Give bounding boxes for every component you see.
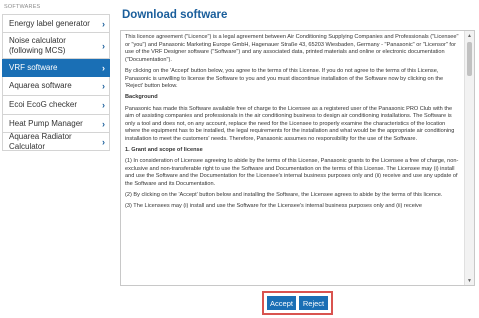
scroll-up-arrow-icon[interactable]: ▲ bbox=[465, 31, 474, 40]
chevron-right-icon: › bbox=[102, 81, 105, 91]
page-title: Download software bbox=[122, 9, 228, 21]
sidebar: SOFTWARES Energy label generator › Noise… bbox=[0, 0, 113, 318]
chevron-right-icon: › bbox=[102, 100, 105, 110]
sidebar-item-vrf-software[interactable]: VRF software › bbox=[2, 59, 110, 77]
sidebar-item-aquarea-radiator-calculator[interactable]: Aquarea Radiator Calculator › bbox=[2, 131, 110, 151]
sidebar-item-noise-calculator[interactable]: Noise calculator (following MCS) › bbox=[2, 33, 110, 59]
accept-button[interactable]: Accept bbox=[267, 296, 296, 310]
chevron-right-icon: › bbox=[102, 118, 105, 129]
license-paragraph: By clicking on the 'Accept' button below… bbox=[125, 67, 444, 90]
license-paragraph: (1) In consideration of Licensee agreein… bbox=[125, 158, 459, 188]
license-section-heading: 1. Grant and scope of license bbox=[125, 147, 203, 154]
sidebar-item-label: Heat Pump Manager bbox=[9, 118, 83, 128]
sidebar-item-label: VRF software bbox=[9, 62, 58, 72]
chevron-right-icon: › bbox=[102, 136, 105, 147]
sidebar-list: Energy label generator › Noise calculato… bbox=[2, 14, 110, 151]
sidebar-item-label: Aquarea software bbox=[9, 81, 72, 90]
chevron-right-icon: › bbox=[102, 40, 105, 51]
reject-button[interactable]: Reject bbox=[299, 296, 328, 310]
chevron-right-icon: › bbox=[102, 18, 105, 29]
sidebar-item-heat-pump-manager[interactable]: Heat Pump Manager › bbox=[2, 115, 110, 133]
license-paragraph: Panasonic has made this Software availab… bbox=[125, 105, 455, 142]
vertical-scrollbar[interactable]: ▲ ▼ bbox=[464, 31, 474, 285]
scroll-down-arrow-icon[interactable]: ▼ bbox=[465, 276, 474, 285]
license-section-heading: Background bbox=[125, 94, 158, 101]
sidebar-item-label: Ecoi EcoG checker bbox=[9, 100, 78, 109]
sidebar-heading: SOFTWARES bbox=[4, 4, 41, 10]
sidebar-item-label: Noise calculator (following MCS) bbox=[9, 35, 66, 55]
license-paragraph: (2) By clicking on the 'Accept' button b… bbox=[125, 192, 443, 199]
license-action-buttons: Accept Reject bbox=[262, 291, 333, 315]
scrollbar-thumb[interactable] bbox=[467, 42, 472, 76]
sidebar-item-aquarea-software[interactable]: Aquarea software › bbox=[2, 77, 110, 96]
sidebar-item-label: Aquarea Radiator Calculator bbox=[9, 131, 72, 151]
license-paragraph: This licence agreement ("Licence") is a … bbox=[125, 34, 459, 63]
chevron-right-icon: › bbox=[102, 62, 105, 73]
sidebar-item-ecoi-ecog-checker[interactable]: Ecoi EcoG checker › bbox=[2, 96, 110, 115]
license-text-box[interactable]: This licence agreement ("Licence") is a … bbox=[120, 30, 475, 286]
license-text: This licence agreement ("Licence") is a … bbox=[125, 34, 461, 215]
sidebar-item-label: Energy label generator bbox=[9, 18, 90, 28]
sidebar-item-energy-label-generator[interactable]: Energy label generator › bbox=[2, 14, 110, 33]
license-paragraph: (3) The Licensees may (i) install and us… bbox=[125, 203, 422, 210]
